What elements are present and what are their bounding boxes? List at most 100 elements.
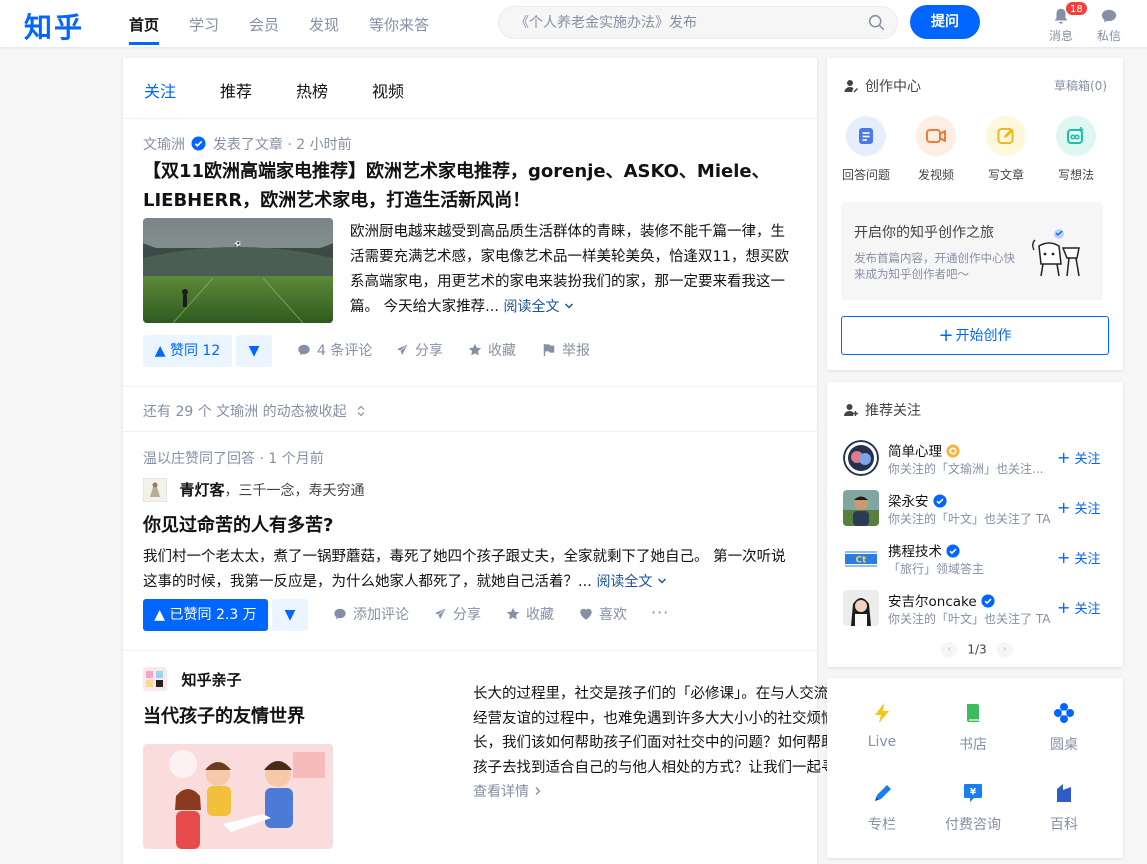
messages-button[interactable]: 私信 [1089,7,1129,44]
article-excerpt[interactable]: 欧洲厨电越来越受到高品质生活群体的青睐，装修不能千篇一律，生活需要充满艺术感，家… [350,220,796,320]
user-desc: 你关注的「叶文」也关注了 TA [888,512,1051,526]
add-user-icon [844,404,858,416]
ask-button[interactable]: 提问 [910,5,980,39]
search-icon[interactable] [868,14,885,35]
tab-hot[interactable]: 热榜 [296,78,328,102]
add-comment-button[interactable]: 添加评论 [333,599,409,631]
messages-label: 私信 [1096,29,1121,43]
answer-excerpt[interactable]: 我们村一个老太太，煮了一锅野蘑菇，毒死了她四个孩子跟丈夫，全家就剩下了她自己。 … [143,545,797,595]
user-avatar[interactable]: Ct [843,540,879,576]
author-avatar[interactable] [143,667,167,691]
follow-button[interactable]: + 关注 [1057,598,1101,617]
verified-icon [933,494,947,508]
live-link[interactable]: Live [849,702,915,750]
nav-waiting[interactable]: 等你来答 [369,14,429,35]
recommend-user[interactable]: 安吉尔oncake 你关注的「叶文」也关注了 TA + 关注 [843,588,1113,628]
tab-recommend[interactable]: 推荐 [220,78,252,102]
column-link[interactable]: 专栏 [849,782,915,834]
chevron-down-icon [657,578,666,584]
user-desc: 你关注的「文瑜洲」也关注... [888,462,1044,476]
post-video-button[interactable]: 发视频 [906,116,966,183]
paid-consult-link[interactable]: ¥ 付费咨询 [940,782,1006,834]
creator-icon [844,80,858,93]
nav-discover[interactable]: 发现 [309,14,339,35]
share-button[interactable]: 分享 [432,599,481,631]
drafts-link[interactable]: 草稿箱(0) [1054,77,1107,94]
report-label: 举报 [562,343,590,359]
user-avatar[interactable] [843,590,879,626]
article-thumbnail[interactable]: ⚽ [143,218,333,323]
feed-item-answer: 温以庄赞同了回答 · 1 个月前 青灯客，三千一念，寿夭穷通 你见过命苦的人有多… [123,432,817,650]
recommend-user[interactable]: 梁永安 你关注的「叶文」也关注了 TA + 关注 [843,488,1113,528]
follow-button[interactable]: + 关注 [1057,498,1101,517]
collapsed-activities[interactable]: 还有 29 个 文瑜洲 的动态被收起 [143,401,367,421]
question-title[interactable]: 你见过命苦的人有多苦? [143,511,333,540]
star-icon [506,607,520,620]
tab-video[interactable]: 视频 [372,78,404,102]
user-name: 梁永安 [888,490,947,510]
follow-button[interactable]: + 关注 [1057,548,1101,567]
feed-tabs: 关注 推荐 热榜 视频 [123,58,817,119]
roundtable-icon [1054,703,1074,723]
roundtable-link[interactable]: 圆桌 [1031,702,1097,754]
recommend-user[interactable]: Ct 携程技术 「旅行」领域答主 + 关注 [843,538,1113,578]
encyclopedia-link[interactable]: 百科 [1031,782,1097,834]
share-button[interactable]: 分享 [394,335,443,367]
next-page-button[interactable]: › [996,642,1013,658]
more-button[interactable]: ··· [651,597,669,629]
author-name[interactable]: 文瑜洲 [143,137,185,153]
column-thumbnail[interactable] [143,744,333,849]
column-title[interactable]: 当代孩子的友情世界 [143,702,305,731]
nav-home[interactable]: 首页 [129,14,159,35]
write-article-label: 写文章 [987,168,1024,182]
upvote-button[interactable]: ▲ 赞同 12 [143,335,232,367]
page-indicator: 1/3 [967,642,987,657]
read-more-link[interactable]: 阅读全文 [504,299,574,315]
follow-button[interactable]: + 关注 [1057,448,1101,467]
article-title[interactable]: 【双11欧洲高端家电推荐】欧洲艺术家电推荐，gorenje、ASKO、Miele… [143,157,783,215]
svg-text:Ct: Ct [856,556,868,566]
promo-subtitle: 发布首篇内容，开通创作中心快来成为知乎创作者吧～ [854,251,1015,281]
view-details-link[interactable]: 查看详情 [473,784,543,800]
search-input[interactable] [515,7,855,38]
creator-promo[interactable]: 开启你的知乎创作之旅 发布首篇内容，开通创作中心快来成为知乎创作者吧～ [841,202,1103,300]
downvote-button[interactable]: ▼ [236,335,272,367]
collect-button[interactable]: 收藏 [468,335,516,367]
excerpt-text: 我们村一个老太太，煮了一锅野蘑菇，毒死了她四个孩子跟丈夫，全家就剩下了她自己。 … [143,549,786,590]
encyclopedia-label: 百科 [1050,817,1078,833]
downvote-button[interactable]: ▼ [272,599,308,631]
report-button[interactable]: 举报 [542,335,590,367]
verified-icon [981,594,995,608]
read-more-link[interactable]: 阅读全文 [596,574,666,590]
write-article-button[interactable]: 写文章 [976,116,1036,183]
author-name[interactable]: 青灯客 [179,481,224,499]
post-video-label: 发视频 [917,168,954,182]
paid-consult-label: 付费咨询 [945,817,1001,833]
notifications-button[interactable]: 消息 18 [1041,1,1088,44]
user-avatar[interactable] [843,440,879,476]
bookstore-link[interactable]: 书店 [940,702,1006,754]
idea-icon [1056,116,1096,156]
zhihu-logo[interactable]: 知乎 [24,6,84,46]
divider [123,386,817,387]
collect-button[interactable]: 收藏 [506,599,554,631]
recommend-user[interactable]: 简单心理 你关注的「文瑜洲」也关注... + 关注 [843,438,1113,478]
user-name: 简单心理 [888,440,960,460]
author-avatar[interactable] [143,478,167,502]
chevron-right-icon [535,787,541,795]
write-idea-button[interactable]: 写想法 [1046,116,1106,183]
prev-page-button[interactable]: ‹ [941,642,958,658]
upvote-button[interactable]: ▲ 已赞同 2.3 万 [143,599,268,631]
recommend-follow-card: 推荐关注 简单心理 你关注的「文瑜洲」也关注... + 关注 梁永安 你关注的「… [827,382,1123,667]
like-button[interactable]: 喜欢 [579,599,627,631]
promo-title: 开启你的知乎创作之旅 [854,225,994,241]
answer-question-button[interactable]: 回答问题 [836,116,896,183]
author-name[interactable]: 知乎亲子 [181,671,241,689]
nav-learn[interactable]: 学习 [189,14,219,35]
user-avatar[interactable] [843,490,879,526]
start-creating-button[interactable]: + 开始创作 [841,316,1109,355]
comments-button[interactable]: 4 条评论 [297,335,372,367]
share-label: 分享 [415,343,443,359]
tab-follow[interactable]: 关注 [144,78,176,102]
nav-vip[interactable]: 会员 [249,14,279,35]
